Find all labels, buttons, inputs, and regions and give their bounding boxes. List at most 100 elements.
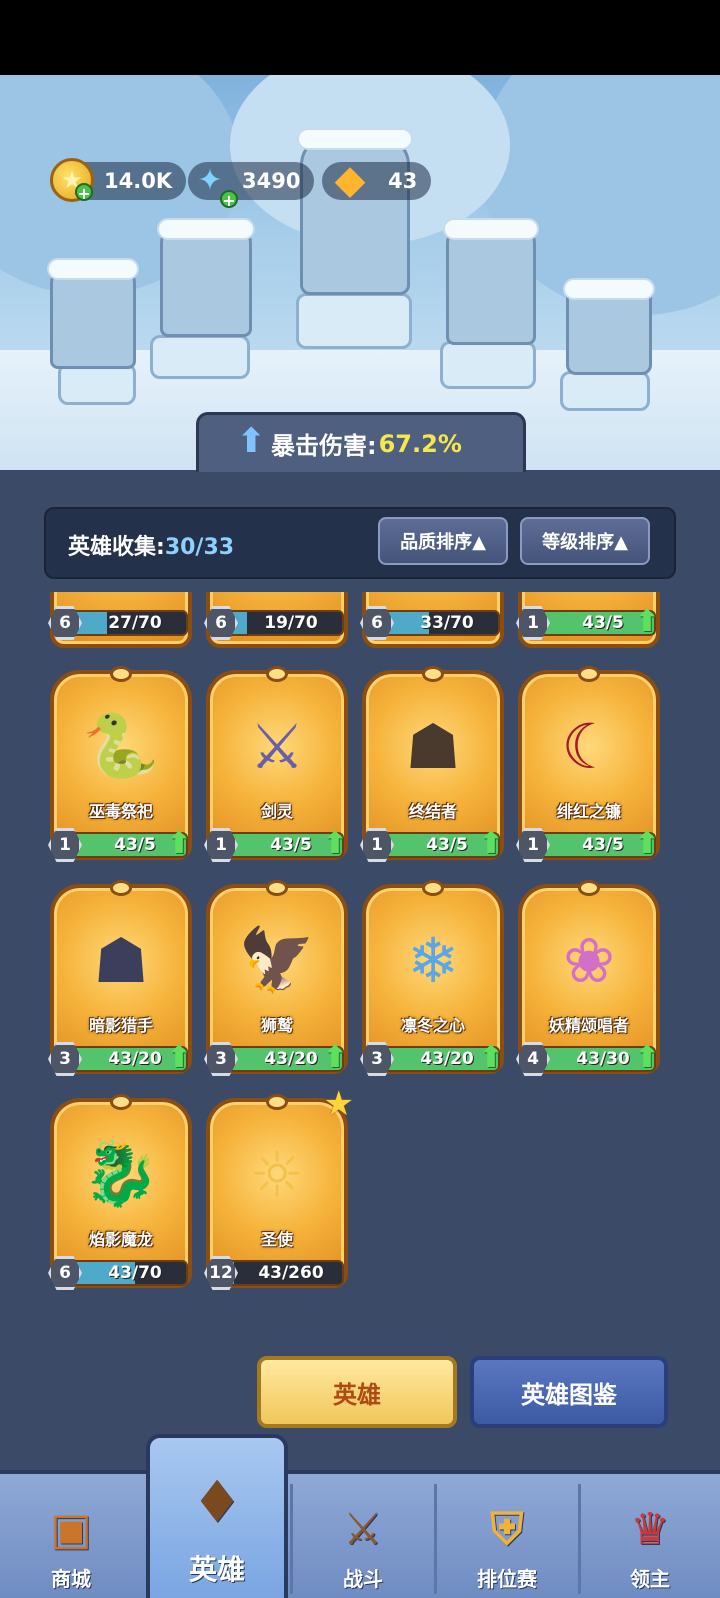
- hero-name: 绯红之镰: [556, 802, 621, 821]
- ice-statue-griffin: [157, 218, 255, 337]
- sort-level-button[interactable]: 等级排序▲: [520, 517, 650, 565]
- ice-statue-robot: [563, 278, 655, 375]
- crimson-scythe-portrait: ☾: [561, 709, 617, 783]
- collection-label: 英雄收集:: [68, 535, 165, 560]
- upgrade-arrow-icon: ⬆: [634, 825, 660, 861]
- hero-name: 终结者: [408, 802, 457, 821]
- upgrade-arrow-icon: ⬆: [166, 825, 192, 861]
- collection-header: 英雄收集:30/33 品质排序▲ 等级排序▲: [44, 507, 676, 579]
- collection-title: 英雄收集:30/33: [68, 529, 234, 561]
- ice-statue-warrior: [47, 258, 139, 369]
- hero-card[interactable]: 43/5 1 ⬆: [516, 592, 660, 648]
- hero-card-icon: ♦: [191, 1468, 243, 1536]
- hero-name: 暗影猎手: [88, 1016, 153, 1035]
- statue-pedestal: [58, 363, 136, 405]
- progress-text: 27/70: [108, 613, 162, 633]
- upgrade-arrow-icon: ⬆: [478, 1039, 504, 1075]
- gold-value: 14.0K: [104, 169, 173, 193]
- hero-card[interactable]: 33/70 6: [360, 592, 504, 648]
- lord-banner-icon: ♛: [630, 1503, 670, 1555]
- hero-button[interactable]: 英雄: [257, 1356, 457, 1428]
- hero-hall-banner: [0, 75, 720, 470]
- hero-card[interactable]: 🐍 巫毒祭祀 43/5 1 ⬆: [48, 666, 192, 874]
- nav-label: 领主: [630, 1567, 670, 1591]
- nav-label: 战斗: [343, 1567, 383, 1591]
- hero-card[interactable]: ☾ 绯红之镰 43/5 1 ⬆: [516, 666, 660, 874]
- upgrade-arrow-icon: ⬆: [478, 825, 504, 861]
- upgrade-arrow-icon: ⬆: [322, 1039, 348, 1075]
- upgrade-arrow-icon: ⬆: [634, 1039, 660, 1075]
- crystal-value: 3490: [242, 169, 301, 193]
- star-icon: ★: [323, 1084, 354, 1124]
- griffin-portrait: 🦅: [238, 923, 316, 996]
- buff-label: 暴击伤害:: [271, 432, 377, 460]
- hero-card[interactable]: ☼ 圣使 43/260 12 ★: [204, 1084, 354, 1302]
- shop-chest-icon: ▣: [50, 1503, 92, 1555]
- statue-pedestal: [560, 371, 650, 411]
- statue-pedestal: [296, 293, 412, 349]
- hero-card[interactable]: ❄ 凛冬之心 43/20 3 ⬆: [360, 880, 504, 1088]
- upgrade-arrow-icon: ⬆: [166, 1039, 192, 1075]
- nav-lord[interactable]: ♛ 领主: [580, 1474, 720, 1598]
- collection-count: 30/33: [164, 535, 235, 560]
- nav-label: 商城: [51, 1567, 91, 1591]
- hero-card[interactable]: 19/70 6: [204, 592, 348, 648]
- winter-heart-portrait: ❄: [407, 923, 459, 997]
- nav-ranked[interactable]: ⛨ 排位赛: [436, 1474, 578, 1598]
- nav-hero[interactable]: ♦ 英雄: [146, 1434, 288, 1598]
- hero-card[interactable]: ⚔ 剑灵 43/5 1 ⬆: [204, 666, 348, 874]
- hero-card[interactable]: ☗ 终结者 43/5 1 ⬆: [360, 666, 504, 874]
- game-screen: ★ + 14.0K ✦ + 3490 ◆ 43 ⬆ 暴击伤害: 67.2% 英雄收集…: [0, 0, 720, 1598]
- hero-name: 妖精颂唱者: [548, 1016, 629, 1035]
- terminator-portrait: ☗: [405, 709, 461, 783]
- hero-name: 巫毒祭祀: [88, 802, 153, 821]
- hero-card[interactable]: ☗ 暗影猎手 43/20 3 ⬆: [48, 880, 192, 1088]
- status-bar: [0, 0, 720, 75]
- hero-card[interactable]: 27/70 6: [48, 592, 192, 648]
- fairy-singer-portrait: ❀: [563, 923, 615, 997]
- hero-name: 剑灵: [260, 802, 293, 821]
- buff-value: 67.2%: [378, 429, 462, 458]
- nav-battle[interactable]: ⚔ 战斗: [292, 1474, 434, 1598]
- crit-damage-bonus: ⬆ 暴击伤害: 67.2%: [196, 412, 526, 472]
- rank-shield-icon: ⛨: [490, 1503, 524, 1555]
- shadow-hunter-portrait: ☗: [93, 923, 149, 997]
- gem-counter[interactable]: ◆ 43: [322, 157, 432, 203]
- gem-value: 43: [388, 169, 418, 193]
- hero-card[interactable]: 🦅 狮鹫 43/20 3 ⬆: [204, 880, 348, 1088]
- crystal-counter[interactable]: ✦ + 3490: [188, 162, 315, 210]
- add-icon[interactable]: +: [220, 190, 238, 210]
- up-arrow-icon: ⬆: [237, 421, 266, 461]
- blue-crystal-icon: ✦ +: [184, 154, 238, 210]
- nav-label: 英雄: [188, 1553, 245, 1586]
- nav-shop[interactable]: ▣ 商城: [0, 1474, 142, 1598]
- bottom-nav: ▣ 商城 ♦ 英雄 ⚔ 战斗 ⛨ 排位赛 ♛ 领主: [0, 1434, 720, 1598]
- orange-crystal-icon: ◆: [334, 157, 366, 203]
- ice-statue-mage: [443, 218, 539, 345]
- holy-envoy-portrait: ☼: [249, 1137, 305, 1211]
- voodoo-priest-portrait: 🐍: [82, 709, 160, 782]
- hero-name: 凛冬之心: [400, 1016, 465, 1035]
- upgrade-arrow-icon: ⬆: [634, 603, 660, 639]
- hero-name: 圣使: [260, 1230, 293, 1249]
- hero-name: 狮鹫: [260, 1016, 293, 1035]
- nav-label: 排位赛: [477, 1567, 537, 1591]
- progress-text: 43/260: [258, 1263, 324, 1283]
- hero-card-grid: 27/70 6 19/70 6 33/70 6 43/5 1 ⬆ 🐍 巫毒祭祀 …: [44, 592, 676, 1322]
- hero-card[interactable]: ❀ 妖精颂唱者 43/30 4 ⬆: [516, 880, 660, 1088]
- gold-coin-icon: ★ +: [50, 158, 94, 203]
- statue-pedestal: [150, 335, 250, 379]
- crossed-weapons-icon: ⚔: [343, 1503, 383, 1555]
- flame-shadow-dragon-portrait: 🐉: [82, 1137, 160, 1210]
- add-icon[interactable]: +: [75, 183, 93, 203]
- hero-codex-button[interactable]: 英雄图鉴: [470, 1356, 668, 1428]
- progress-text: 33/70: [420, 613, 474, 633]
- sort-quality-button[interactable]: 品质排序▲: [378, 517, 508, 565]
- progress-text: 43/70: [108, 1263, 162, 1283]
- upgrade-arrow-icon: ⬆: [322, 825, 348, 861]
- hero-card[interactable]: 🐉 焰影魔龙 43/70 6: [48, 1094, 192, 1302]
- sword-spirit-portrait: ⚔: [249, 709, 305, 783]
- progress-text: 19/70: [264, 613, 318, 633]
- gold-counter[interactable]: ★ + 14.0K: [50, 158, 187, 203]
- statue-pedestal: [440, 341, 536, 389]
